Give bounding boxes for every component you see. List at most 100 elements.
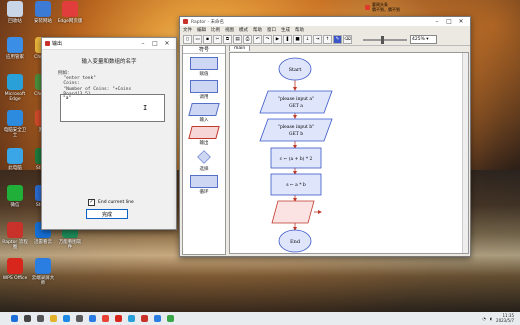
desktop-icon[interactable]: WPS Office: [2, 258, 28, 281]
output-dialog: 输出 – □ ✕ 输入变量和数组的名字 例如： "enter tenk" Coi…: [41, 37, 177, 230]
symbol-label: 输出: [199, 141, 209, 146]
store-icon[interactable]: [76, 315, 83, 322]
redo-icon[interactable]: ↷: [263, 35, 272, 44]
desktop-icon[interactable]: 此电脑: [2, 148, 28, 171]
paste-icon[interactable]: ▤: [233, 35, 242, 44]
raptor-app-icon: [183, 19, 188, 24]
vertical-scrollbar[interactable]: [462, 53, 468, 253]
desktop-icon-label: 电脑安全卫士: [3, 128, 27, 138]
menu-item[interactable]: 编辑: [197, 27, 206, 33]
menu-item[interactable]: 视图: [225, 27, 234, 33]
symbol-item[interactable]: 输入: [183, 103, 225, 123]
chrome-icon[interactable]: [102, 315, 109, 322]
save-icon[interactable]: ▪: [203, 35, 212, 44]
symbol-item[interactable]: 输出: [183, 126, 225, 146]
copy-icon[interactable]: ⧉: [223, 35, 232, 44]
desktop-icon-label: 应用管家: [6, 55, 24, 60]
app-icon: [7, 222, 23, 238]
minimize-icon[interactable]: –: [431, 18, 443, 25]
close-icon[interactable]: ✕: [455, 18, 467, 25]
raptor-icon[interactable]: [141, 315, 148, 322]
volume-icon[interactable]: ◖: [490, 316, 492, 321]
search-icon[interactable]: [24, 315, 31, 322]
symbol-item[interactable]: 赋值: [183, 57, 225, 77]
assign-c-label: c ← (a + b) * 2: [280, 155, 313, 162]
file-explorer-icon[interactable]: [50, 315, 57, 322]
task-view-icon[interactable]: [37, 315, 44, 322]
app-icon: [7, 258, 23, 274]
cut-icon[interactable]: ✂: [213, 35, 222, 44]
desktop-icon[interactable]: 云端录屏大师: [30, 258, 56, 286]
menu-item[interactable]: 模式: [239, 27, 248, 33]
close-icon[interactable]: ✕: [161, 40, 173, 47]
windows-icon[interactable]: [11, 315, 18, 322]
zoom-slider[interactable]: [363, 35, 407, 44]
new-file-icon[interactable]: ▯: [183, 35, 192, 44]
menu-item[interactable]: 文件: [183, 27, 192, 33]
done-button[interactable]: 完成: [86, 209, 128, 219]
symbol-label: 循环: [199, 190, 209, 195]
undo-icon[interactable]: ↶: [253, 35, 262, 44]
menu-item[interactable]: 帮助: [253, 27, 262, 33]
clear-icon[interactable]: ⌫: [343, 35, 352, 44]
maximize-icon[interactable]: □: [443, 18, 455, 25]
flowchart-canvas[interactable]: Start "please input a" GET a "please inp…: [229, 52, 469, 254]
desktop-icon[interactable]: 安装网站: [30, 1, 56, 24]
output-box[interactable]: [271, 200, 315, 224]
app3-icon[interactable]: [167, 315, 174, 322]
open-icon[interactable]: ▭: [193, 35, 202, 44]
symbol-shape: [188, 126, 220, 139]
zoom-slider-knob[interactable]: [381, 35, 384, 44]
maximize-icon[interactable]: □: [149, 40, 161, 47]
pen-icon[interactable]: ✎: [333, 35, 342, 44]
tab-main[interactable]: main: [229, 45, 251, 51]
desktop-icon[interactable]: 应用管家: [2, 37, 28, 60]
symbol-label: 选择: [199, 167, 209, 172]
menu-item[interactable]: 生成: [281, 27, 290, 33]
desktop-icon[interactable]: 微信: [2, 185, 28, 208]
run-to-icon[interactable]: ⇥: [313, 35, 322, 44]
desktop-icon[interactable]: 电脑安全卫士: [2, 110, 28, 138]
step-icon[interactable]: ↓: [303, 35, 312, 44]
clock-date[interactable]: 2023/5/7: [496, 318, 514, 324]
print-icon[interactable]: ⎙: [243, 35, 252, 44]
checkbox[interactable]: ✓: [88, 199, 95, 206]
mail-icon[interactable]: [89, 315, 96, 322]
desktop-icon[interactable]: 回收站: [2, 1, 28, 24]
symbol-item[interactable]: 循环: [183, 175, 225, 195]
input-b-prompt: "please input b": [278, 124, 314, 130]
zoom-select[interactable]: 425% ▾: [410, 35, 437, 44]
desktop-icon[interactable]: Edge网页版: [57, 1, 83, 24]
desktop-icon[interactable]: Raptor 流程图: [2, 222, 28, 250]
symbol-item[interactable]: 选择: [183, 149, 225, 172]
step-back-icon[interactable]: ↑: [323, 35, 332, 44]
menu-item[interactable]: 窗口: [267, 27, 276, 33]
taskbar: ◔ ◖ 11:35 2023/5/7: [0, 312, 520, 325]
start-label: Start: [289, 67, 302, 73]
input-a-prompt: "please input a": [278, 96, 314, 102]
play-icon[interactable]: ▶: [273, 35, 282, 44]
output-expression-input[interactable]: "a" I: [60, 94, 165, 122]
desktop-icon[interactable]: Microsoft Edge: [2, 74, 28, 102]
checkbox-label: End current line: [98, 200, 134, 205]
input-a-box[interactable]: [259, 90, 333, 114]
news-widget[interactable]: 要闻头条 猜不到，猜不到: [365, 2, 400, 12]
app-icon[interactable]: [128, 315, 135, 322]
symbol-item[interactable]: 调用: [183, 80, 225, 100]
input-a-get: GET a: [289, 103, 303, 109]
menu-item[interactable]: 比例: [211, 27, 220, 33]
minimize-icon[interactable]: –: [137, 40, 149, 47]
wifi-icon[interactable]: ◔: [482, 316, 486, 321]
app-icon: [7, 110, 23, 126]
input-b-box[interactable]: [259, 118, 333, 142]
app-icon: [7, 74, 23, 90]
stop-icon[interactable]: ■: [293, 35, 302, 44]
input-value: "a": [63, 96, 72, 101]
menu-item[interactable]: 帮助: [295, 27, 304, 33]
pause-icon[interactable]: ❚: [283, 35, 292, 44]
app2-icon[interactable]: [154, 315, 161, 322]
edge-icon[interactable]: [63, 315, 70, 322]
wps-icon[interactable]: [115, 315, 122, 322]
end-label: End: [290, 239, 301, 245]
end-line-checkbox-row[interactable]: ✓ End current line: [88, 199, 134, 206]
